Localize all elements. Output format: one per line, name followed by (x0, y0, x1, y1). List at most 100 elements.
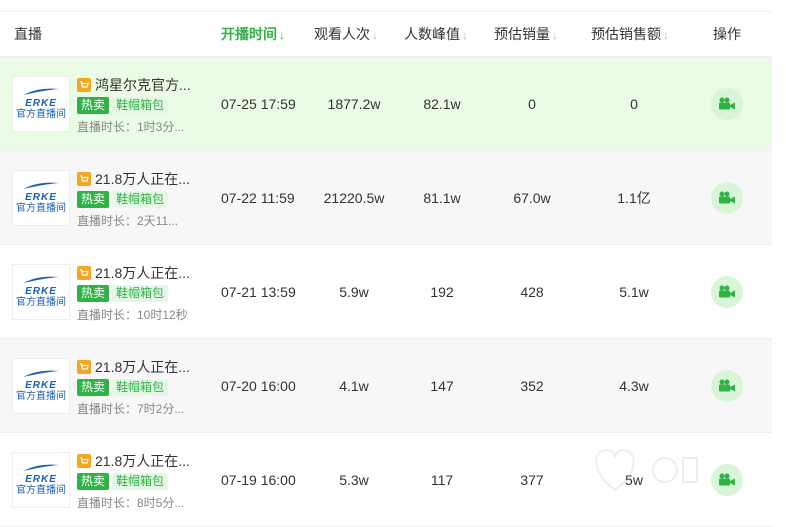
live-cell[interactable]: ERKE 官方直播间 21.8万人正在... 热卖 鞋帽箱包 直播时长：2天11… (12, 170, 207, 229)
erke-swoosh-icon (23, 370, 59, 377)
sort-down-icon: ↓ (552, 28, 558, 42)
erke-swoosh-icon (23, 276, 59, 283)
views-count: 5.9w (339, 283, 369, 300)
logo-brand: ERKE (25, 474, 57, 485)
live-title[interactable]: 21.8万人正在... (95, 452, 190, 470)
header-peak[interactable]: 人数峰值 ↓ (404, 24, 484, 44)
live-title-line[interactable]: 21.8万人正在... (77, 264, 207, 282)
live-title[interactable]: 21.8万人正在... (95, 170, 190, 188)
cart-icon (77, 266, 91, 280)
sales-count: 377 (520, 471, 544, 488)
live-info: 21.8万人正在... 热卖 鞋帽箱包 直播时长：10时12秒 (77, 264, 207, 323)
video-camera-icon (719, 473, 735, 485)
views-count: 4.1w (339, 377, 369, 394)
video-button[interactable] (711, 181, 743, 214)
live-cell[interactable]: ERKE 官方直播间 21.8万人正在... 热卖 鞋帽箱包 直播时长：10时1… (12, 264, 207, 323)
live-cell[interactable]: ERKE 官方直播间 21.8万人正在... 热卖 鞋帽箱包 直播时长：7时2分… (12, 358, 207, 417)
tag-hot: 热卖 (77, 379, 110, 396)
live-title[interactable]: 鸿星尔克官方... (95, 76, 191, 94)
live-title[interactable]: 21.8万人正在... (95, 358, 190, 376)
live-info: 鸿星尔克官方... 热卖 鞋帽箱包 直播时长：1时3分... (77, 76, 207, 135)
tag-hot: 热卖 (77, 285, 110, 302)
live-duration: 直播时长：2天11... (77, 214, 179, 228)
header-live: 直播 (14, 26, 42, 42)
table-row[interactable]: ERKE 官方直播间 鸿星尔克官方... 热卖 鞋帽箱包 直播时长：1时3分..… (0, 57, 772, 151)
tag-group: 热卖 鞋帽箱包 (77, 473, 207, 490)
live-title-line[interactable]: 鸿星尔克官方... (77, 76, 207, 94)
cart-icon (77, 360, 91, 374)
table-header: 直播 开播时间 ↓ 观看人次 ↓ 人数峰值 ↓ 预估销量 ↓ 预估销售额 ↓ 操作 (0, 11, 772, 57)
tag-hot: 热卖 (77, 473, 110, 490)
tag-hot: 热卖 (77, 191, 110, 208)
tag-group: 热卖 鞋帽箱包 (77, 285, 207, 302)
live-title-line[interactable]: 21.8万人正在... (77, 358, 207, 376)
logo-subtitle: 官方直播间 (16, 485, 66, 496)
cart-icon (77, 172, 91, 186)
sales-amount: 1.1亿 (617, 189, 651, 206)
table-row[interactable]: ERKE 官方直播间 21.8万人正在... 热卖 鞋帽箱包 直播时长：7时2分… (0, 339, 772, 433)
start-time: 07-22 11:59 (221, 189, 295, 206)
live-duration: 直播时长：10时12秒 (77, 308, 188, 322)
op-cell (707, 275, 747, 308)
erke-swoosh-icon (23, 182, 59, 189)
tag-category: 鞋帽箱包 (112, 285, 169, 302)
sales-amount: 4.3w (619, 377, 649, 394)
table-row[interactable]: ERKE 官方直播间 21.8万人正在... 热卖 鞋帽箱包 直播时长：10时1… (0, 245, 772, 339)
live-title[interactable]: 21.8万人正在... (95, 264, 190, 282)
peak-count: 81.1w (423, 189, 461, 206)
start-time: 07-21 13:59 (221, 283, 296, 300)
sort-down-icon: ↓ (462, 28, 468, 42)
video-camera-icon (719, 285, 735, 297)
views-count: 5.3w (339, 471, 369, 488)
views-count: 1877.2w (327, 95, 381, 112)
start-time: 07-25 17:59 (221, 95, 296, 112)
views-count: 21220.5w (323, 189, 385, 206)
header-amount[interactable]: 预估销售额 ↓ (591, 24, 683, 44)
peak-count: 117 (430, 471, 454, 488)
logo-brand: ERKE (25, 98, 57, 109)
start-time: 07-19 16:00 (221, 471, 296, 488)
header-start-time[interactable]: 开播时间 ↓ (221, 24, 311, 44)
live-info: 21.8万人正在... 热卖 鞋帽箱包 直播时长：7时2分... (77, 358, 207, 417)
table-row[interactable]: ERKE 官方直播间 21.8万人正在... 热卖 鞋帽箱包 直播时长：2天11… (0, 151, 772, 245)
live-title-line[interactable]: 21.8万人正在... (77, 170, 207, 188)
sales-count: 428 (520, 283, 544, 300)
header-views[interactable]: 观看人次 ↓ (314, 24, 394, 44)
logo-subtitle: 官方直播间 (16, 203, 66, 214)
tag-category: 鞋帽箱包 (112, 473, 169, 490)
cart-icon (77, 454, 91, 468)
sales-count: 352 (520, 377, 544, 394)
start-time: 07-20 16:00 (221, 377, 296, 394)
brand-logo: ERKE 官方直播间 (12, 452, 70, 508)
logo-subtitle: 官方直播间 (16, 391, 66, 402)
brand-logo: ERKE 官方直播间 (12, 358, 70, 414)
op-cell (707, 87, 747, 120)
live-title-line[interactable]: 21.8万人正在... (77, 452, 207, 470)
cart-icon (77, 78, 91, 92)
tag-group: 热卖 鞋帽箱包 (77, 379, 207, 396)
header-op: 操作 (713, 26, 741, 42)
video-button[interactable] (711, 275, 743, 308)
brand-logo: ERKE 官方直播间 (12, 264, 70, 320)
live-duration: 直播时长：8时5分... (77, 496, 185, 510)
logo-brand: ERKE (25, 380, 57, 391)
sort-down-icon: ↓ (372, 28, 378, 42)
video-button[interactable] (711, 463, 743, 496)
video-camera-icon (719, 191, 735, 203)
logo-subtitle: 官方直播间 (16, 109, 66, 120)
header-sales[interactable]: 预估销量 ↓ (494, 24, 574, 44)
watermark-icon (595, 448, 698, 492)
live-cell[interactable]: ERKE 官方直播间 21.8万人正在... 热卖 鞋帽箱包 直播时长：8时5分… (12, 452, 207, 511)
video-button[interactable] (711, 369, 743, 402)
sort-down-icon: ↓ (663, 28, 669, 42)
op-cell (707, 369, 747, 402)
op-cell (707, 181, 747, 214)
video-button[interactable] (711, 87, 743, 120)
live-cell[interactable]: ERKE 官方直播间 鸿星尔克官方... 热卖 鞋帽箱包 直播时长：1时3分..… (12, 76, 207, 135)
peak-count: 147 (430, 377, 454, 394)
video-camera-icon (719, 97, 735, 109)
tag-hot: 热卖 (77, 97, 110, 114)
tag-group: 热卖 鞋帽箱包 (77, 97, 207, 114)
live-duration: 直播时长：7时2分... (77, 402, 185, 416)
logo-subtitle: 官方直播间 (16, 297, 66, 308)
